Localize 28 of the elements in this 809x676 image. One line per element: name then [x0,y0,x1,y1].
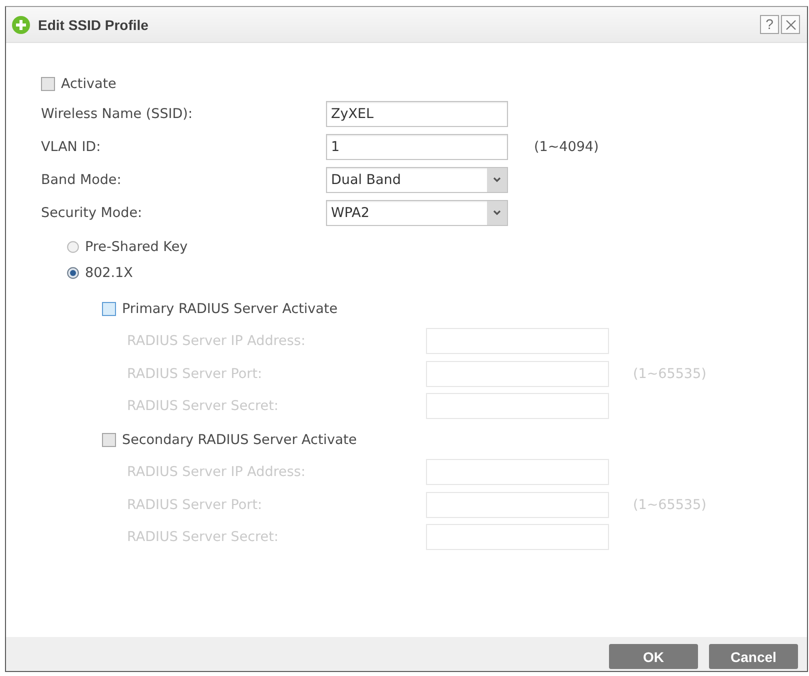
caret-icon [487,201,507,225]
dialog-title: Edit SSID Profile [38,16,148,32]
close-icon [786,20,796,30]
field-label: Band Mode: [41,172,122,188]
checkbox-label: Activate [61,76,116,92]
checkbox-label: Secondary RADIUS Server Activate [122,432,357,448]
text-field[interactable]: 1 [326,134,508,160]
checkbox-label: Primary RADIUS Server Activate [122,301,338,317]
dialog-button[interactable]: OK [609,644,698,669]
close-button[interactable] [781,15,800,34]
dropdown[interactable]: Dual Band [326,167,508,193]
field-label: VLAN ID: [41,139,102,155]
caret-icon [487,168,507,192]
dialog-button[interactable]: Cancel [709,644,798,669]
text-field[interactable]: ZyXEL [326,101,508,127]
radio-label: Pre-Shared Key [85,239,188,255]
dropdown[interactable]: WPA2 [326,200,508,226]
radio-button[interactable] [67,241,79,253]
range-hint: (1~4094) [534,139,599,155]
checkbox[interactable] [102,302,116,316]
checkbox[interactable] [102,433,116,447]
checkbox[interactable] [41,77,55,91]
help-button[interactable]: ? [760,15,779,34]
radio-button[interactable] [67,267,79,279]
add-icon [12,16,30,34]
radio-label: 802.1X [85,265,133,281]
field-label: Security Mode: [41,205,144,221]
field-label: Wireless Name (SSID): [41,106,194,122]
